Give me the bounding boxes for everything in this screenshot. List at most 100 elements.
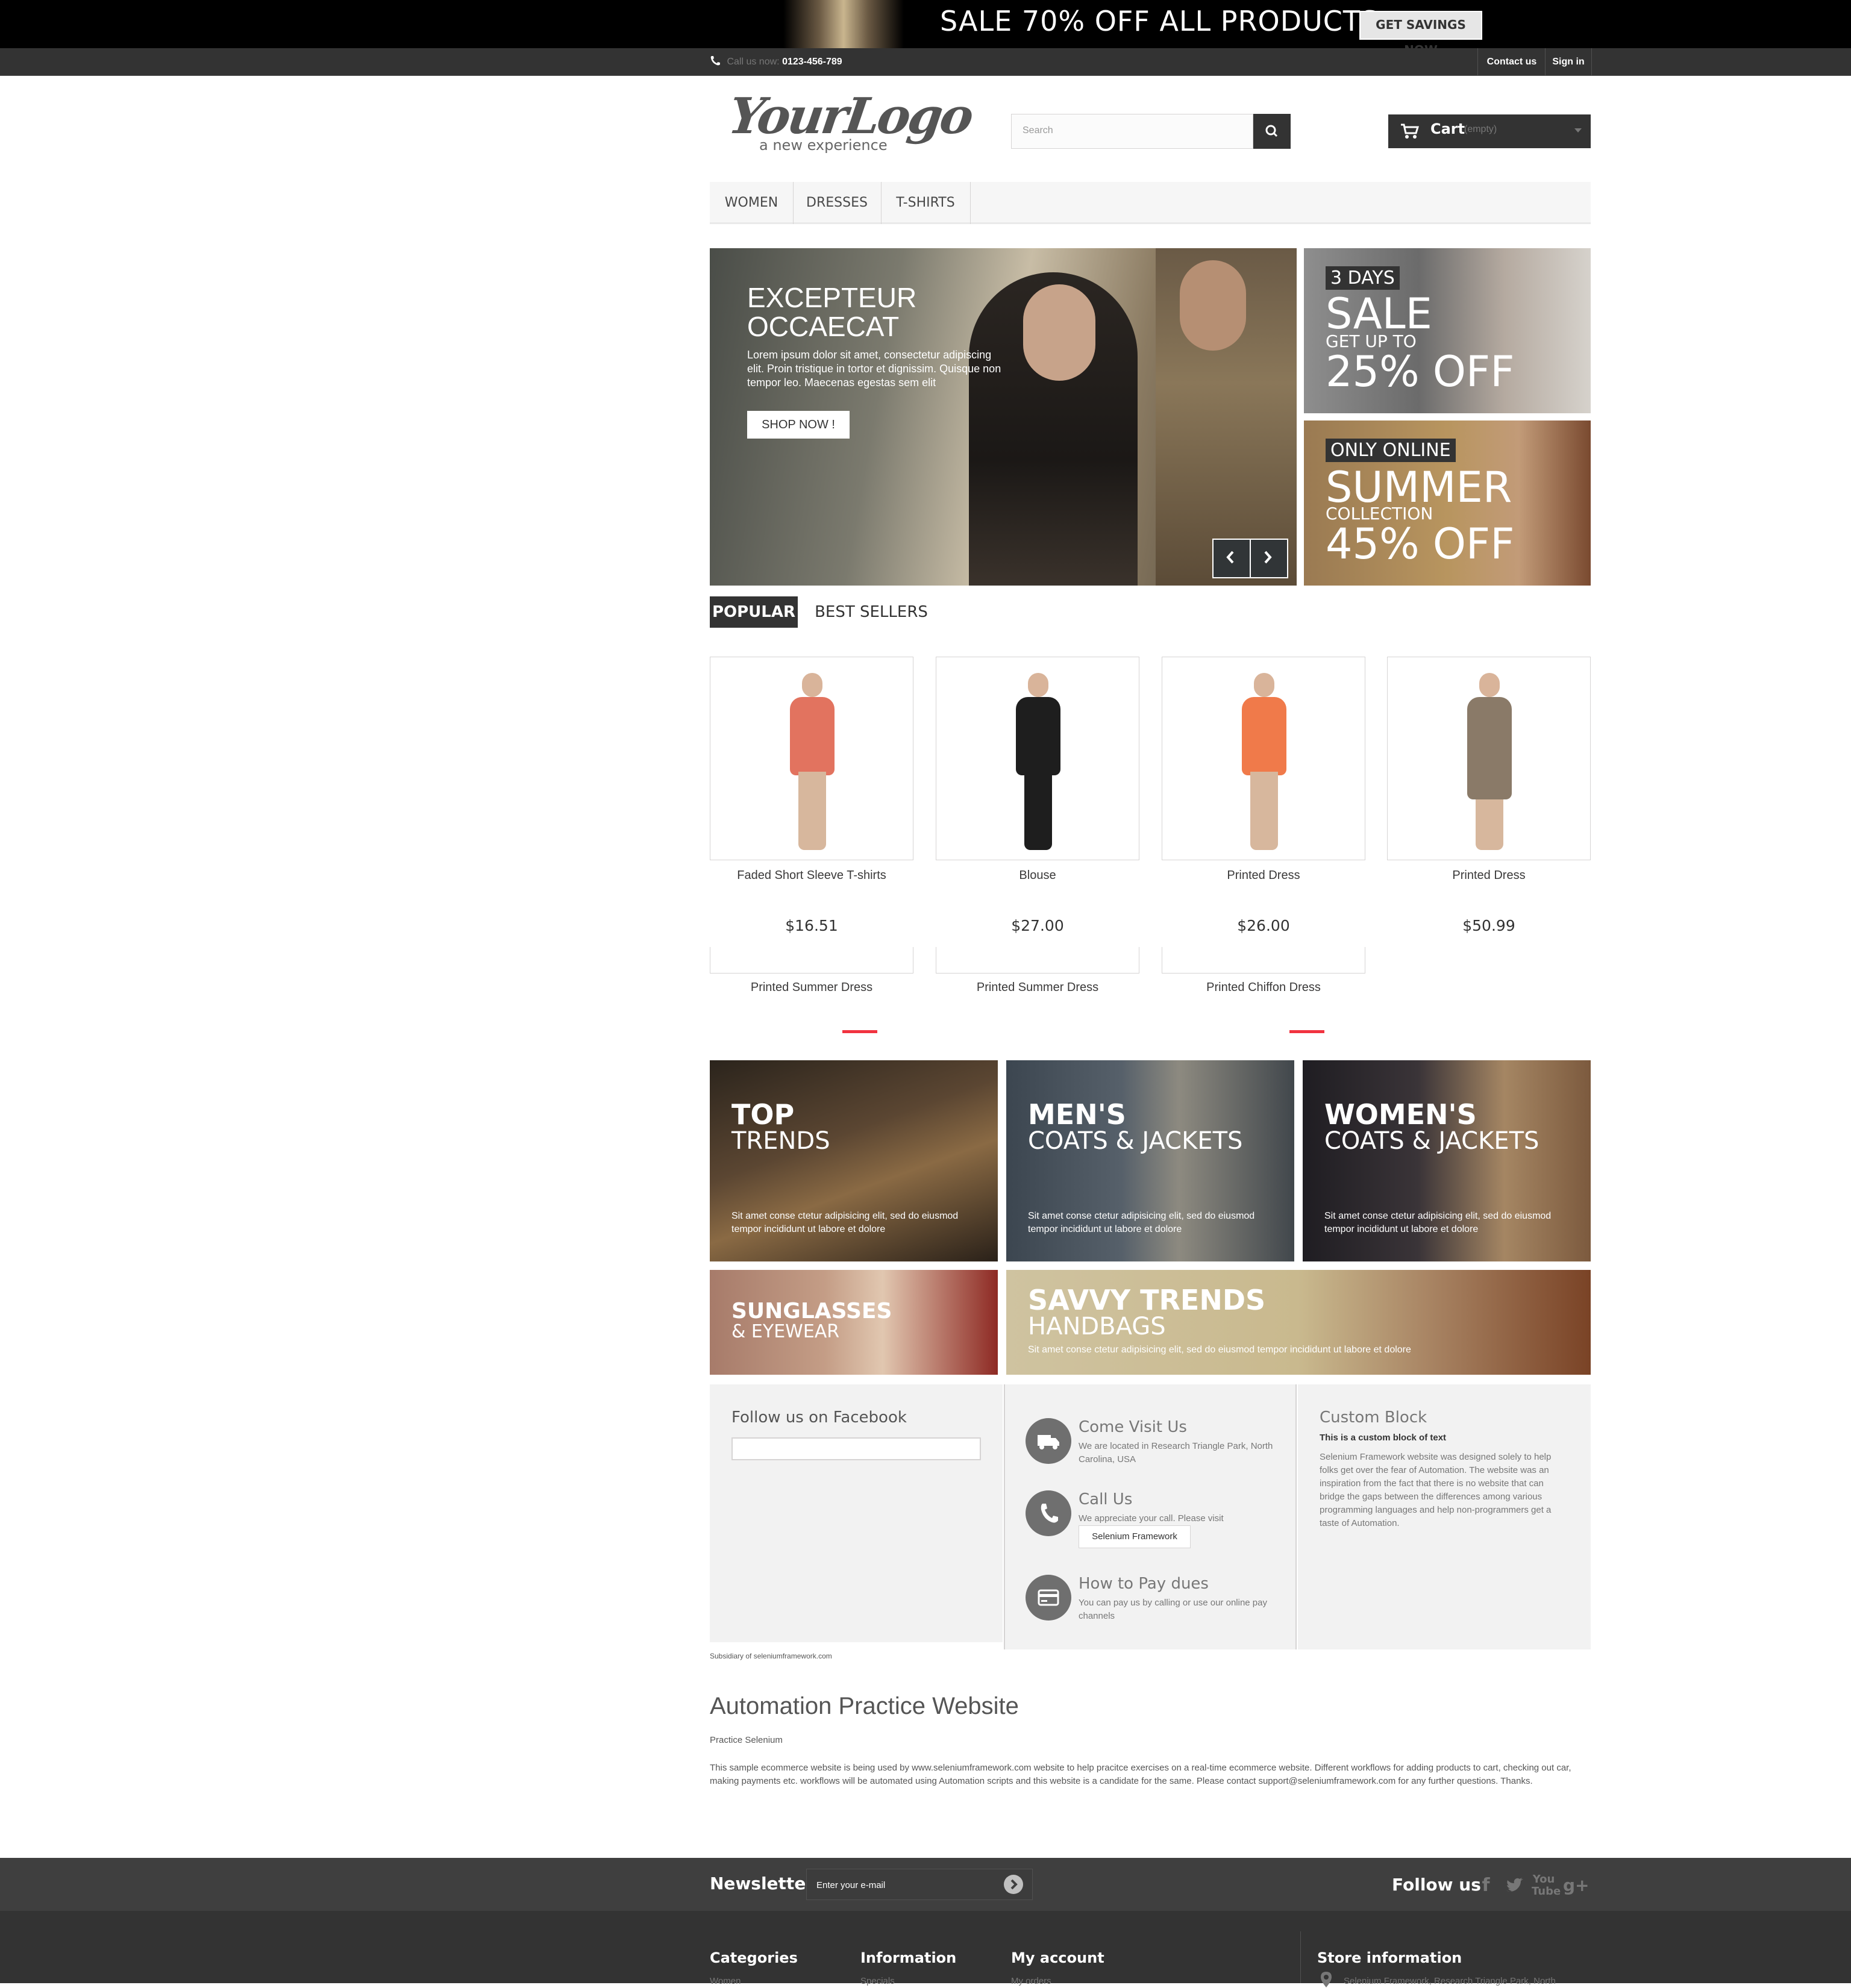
side-banner-summer[interactable]: ONLY ONLINE SUMMER COLLECTION 45% OFF — [1304, 420, 1591, 586]
call-us-label: Call us now: — [727, 57, 780, 67]
sale-label-strip — [1289, 1030, 1324, 1033]
search-input[interactable]: Search — [1011, 114, 1253, 149]
footer: Categories Women Information Specials My… — [0, 1911, 1851, 1987]
product-name[interactable]: Printed Summer Dress — [710, 981, 913, 995]
product-price: $27.00 — [1011, 917, 1064, 934]
phone-info: Call us now: 0123-456-789 — [710, 55, 842, 67]
newsletter-email-input[interactable]: Enter your e-mail — [806, 1869, 1033, 1900]
footer-information: Information Specials — [860, 1949, 956, 1986]
follow-us-label: Follow us — [1392, 1875, 1481, 1895]
site-logo[interactable]: YourLogo a new experience — [725, 87, 975, 160]
shop-now-button[interactable]: SHOP NOW ! — [747, 411, 850, 439]
chevron-right-icon — [1010, 1879, 1018, 1890]
youtube-icon[interactable]: You Tube — [1532, 1874, 1561, 1898]
model-legs — [1476, 799, 1503, 850]
product-name[interactable]: Faded Short Sleeve T-shirts — [710, 869, 913, 883]
product-name[interactable]: Printed Dress — [1162, 869, 1365, 883]
footer-heading: Categories — [710, 1949, 798, 1966]
tab-popular[interactable]: POPULAR — [710, 596, 798, 628]
menu-tshirts[interactable]: T-SHIRTS — [881, 182, 971, 224]
product-image[interactable] — [1387, 657, 1591, 860]
store-address: Selenium Framework, Research Triangle Pa… — [1344, 1976, 1556, 1986]
product-card[interactable]: Printed Dress $26.00 — [1162, 657, 1365, 946]
facebook-widget[interactable] — [731, 1437, 981, 1460]
product-card[interactable]: Printed Dress $50.99 — [1387, 657, 1591, 946]
product-image[interactable] — [710, 657, 913, 860]
newsletter-label: Newsletter — [710, 1874, 815, 1893]
cart-button[interactable]: Cart (empty) — [1388, 114, 1591, 148]
model-head — [1254, 673, 1274, 697]
promo-mens-coats[interactable]: MEN'S COATS & JACKETS Sit amet conse cte… — [1006, 1060, 1294, 1261]
model-top — [1242, 697, 1286, 775]
about-text: This sample ecommerce website is being u… — [710, 1763, 1571, 1786]
product-card[interactable]: Faded Short Sleeve T-shirts $16.51 — [710, 657, 913, 946]
slider-prev-button[interactable] — [1212, 539, 1251, 578]
top-sale-banner[interactable]: SALE 70% OFF ALL PRODUCTS GET SAVINGS NO… — [0, 0, 1851, 57]
model-top — [1016, 697, 1060, 775]
cms-title: How to Pay dues — [1079, 1575, 1209, 1593]
product-name[interactable]: Printed Summer Dress — [936, 981, 1139, 995]
product-image[interactable] — [936, 657, 1139, 860]
cms-text: We appreciate your call. Please visit — [1079, 1513, 1224, 1524]
get-savings-button[interactable]: GET SAVINGS NOW — [1359, 11, 1482, 57]
promo-handbags[interactable]: SAVVY TRENDS HANDBAGS Sit amet conse cte… — [1006, 1270, 1591, 1375]
product-name[interactable]: Printed Chiffon Dress — [1162, 981, 1365, 995]
promo-top-trends[interactable]: TOP TRENDS Sit amet conse ctetur adipisi… — [710, 1060, 998, 1261]
promo-womens-coats[interactable]: WOMEN'S COATS & JACKETS Sit amet conse c… — [1303, 1060, 1591, 1261]
promo-text: Sit amet conse ctetur adipisicing elit, … — [731, 1211, 959, 1234]
twitter-icon[interactable] — [1503, 1874, 1527, 1898]
footer-categories: Categories Women — [710, 1949, 798, 1986]
menu-dresses[interactable]: DRESSES — [793, 182, 882, 224]
product-image[interactable] — [1162, 657, 1365, 860]
footer-link[interactable]: My orders — [1011, 1976, 1104, 1986]
sign-in-link[interactable]: Sign in — [1545, 48, 1592, 76]
banner-model-image — [783, 0, 904, 48]
slider-man-face — [1180, 260, 1246, 351]
product-image-partial[interactable] — [936, 947, 1139, 974]
footer-store-info: Store information Selenium Framework, Re… — [1317, 1949, 1556, 1986]
selenium-framework-button[interactable]: Selenium Framework — [1079, 1525, 1191, 1548]
cart-label: Cart — [1430, 120, 1465, 137]
custom-block-subtitle: This is a custom block of text — [1320, 1433, 1447, 1443]
side-banner-tag: ONLY ONLINE — [1326, 439, 1456, 462]
product-card-partial[interactable]: Printed Summer Dress — [710, 947, 913, 1007]
footer-heading: My account — [1011, 1949, 1104, 1966]
cms-title: Come Visit Us — [1079, 1418, 1187, 1436]
cart-status: (empty) — [1464, 124, 1497, 134]
phone-number: 0123-456-789 — [782, 57, 842, 67]
about-title: Automation Practice Website — [710, 1693, 1019, 1719]
home-slider[interactable]: EXCEPTEUR OCCAECAT Lorem ipsum dolor sit… — [710, 248, 1297, 586]
promo-title: MEN'S — [1028, 1098, 1126, 1131]
facebook-block: Follow us on Facebook — [710, 1384, 1003, 1642]
menu-women[interactable]: WOMEN — [710, 182, 794, 224]
side-banner-percent: 45% OFF — [1326, 519, 1515, 569]
model-head — [802, 673, 822, 697]
newsletter-submit-button[interactable] — [1004, 1875, 1023, 1894]
search-button[interactable] — [1253, 114, 1291, 149]
phone-icon — [1026, 1490, 1071, 1536]
product-card[interactable]: Blouse $27.00 — [936, 657, 1139, 946]
product-card-partial[interactable]: Printed Chiffon Dress — [1162, 947, 1365, 1007]
product-image-partial[interactable] — [710, 947, 913, 974]
product-card-partial[interactable]: Printed Summer Dress — [936, 947, 1139, 1007]
promo-subtitle: COATS & JACKETS — [1028, 1127, 1243, 1155]
top-nav-bar: Call us now: 0123-456-789 Contact us Sig… — [0, 48, 1851, 76]
facebook-icon[interactable]: f — [1474, 1874, 1498, 1898]
product-image-partial[interactable] — [1162, 947, 1365, 974]
tab-best-sellers[interactable]: BEST SELLERS — [805, 596, 938, 628]
product-name[interactable]: Blouse — [936, 869, 1139, 883]
side-banner-sale[interactable]: 3 DAYS SALE GET UP TO 25% OFF — [1304, 248, 1591, 413]
chevron-left-icon — [1226, 551, 1234, 564]
custom-block: Custom Block This is a custom block of t… — [1298, 1384, 1591, 1649]
cms-text: You can pay us by calling or use our onl… — [1079, 1598, 1267, 1621]
product-name[interactable]: Printed Dress — [1387, 869, 1591, 883]
slider-next-button[interactable] — [1250, 539, 1288, 578]
banner-sale-text: SALE 70% OFF ALL PRODUCTS — [940, 5, 1379, 37]
footer-link[interactable]: Women — [710, 1976, 798, 1986]
promo-sunglasses[interactable]: SUNGLASSES & EYEWEAR — [710, 1270, 998, 1375]
subsidiary-text: Subsidiary of seleniumframework.com — [710, 1652, 832, 1660]
google-plus-icon[interactable]: g+ — [1563, 1874, 1589, 1898]
promo-title: WOMEN'S — [1324, 1098, 1477, 1131]
contact-us-link[interactable]: Contact us — [1477, 48, 1546, 76]
footer-link[interactable]: Specials — [860, 1976, 956, 1986]
